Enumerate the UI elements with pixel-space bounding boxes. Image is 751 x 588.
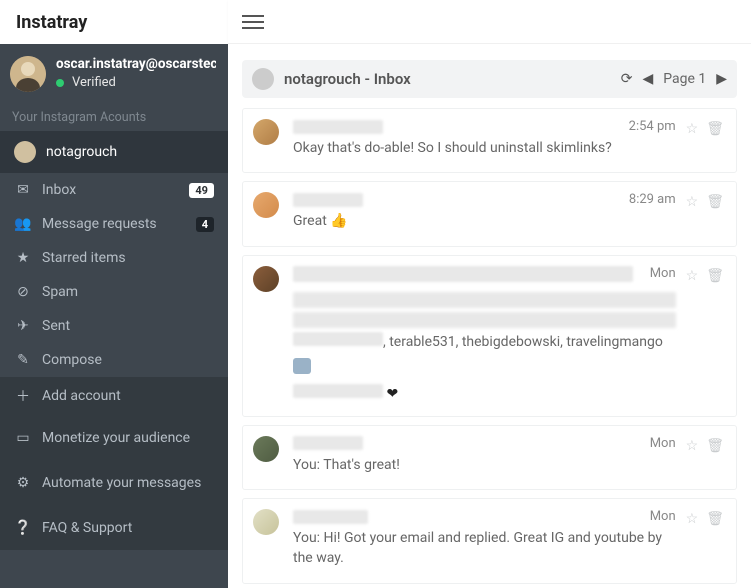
star-icon: ★ <box>14 250 32 266</box>
trash-icon[interactable]: 🗑 <box>706 121 724 137</box>
trash-icon[interactable]: 🗑 <box>706 268 724 284</box>
nav-label: Add account <box>42 388 121 404</box>
message-row[interactable]: Mon You: Hi! Got your email and replied.… <box>242 498 737 584</box>
message-row[interactable]: Mon You: That's great! ☆ 🗑 <box>242 425 737 490</box>
message-time: Mon <box>650 436 676 451</box>
nav-compose[interactable]: ✎ Compose <box>0 343 228 377</box>
content: notagrouch - Inbox ⟳ ◀ Page 1 ▶ 2:54 pm … <box>228 44 751 588</box>
inbox-avatar <box>252 68 274 90</box>
verified-status: Verified <box>56 75 216 90</box>
message-row[interactable]: Mon , terable531, thebigdebowski, travel… <box>242 255 737 417</box>
pager: ⟳ ◀ Page 1 ▶ <box>621 71 727 87</box>
sender-name-redacted <box>293 510 368 524</box>
nav-label: Compose <box>42 352 102 368</box>
message-time: 2:54 pm <box>629 119 676 134</box>
star-icon[interactable]: ☆ <box>686 268 699 284</box>
accounts-section-label: Your Instagram Acounts <box>0 102 228 131</box>
nav-label: Starred items <box>42 250 126 266</box>
requests-icon: 👥 <box>14 216 32 232</box>
account-avatar <box>14 141 36 163</box>
nav-inbox[interactable]: ✉ Inbox 49 <box>0 173 228 207</box>
inbox-icon: ✉ <box>14 182 32 198</box>
trash-icon[interactable]: 🗑 <box>706 194 724 210</box>
nav-label: Message requests <box>42 216 157 232</box>
plus-icon: ＋ <box>14 386 32 406</box>
star-icon[interactable]: ☆ <box>686 511 699 527</box>
sender-avatar <box>253 192 279 218</box>
inbox-badge: 49 <box>189 183 214 198</box>
trash-icon[interactable]: 🗑 <box>706 511 724 527</box>
user-avatar <box>10 56 46 92</box>
nav-label: Spam <box>42 284 78 300</box>
message-time: Mon <box>650 266 676 281</box>
inbox-title: notagrouch - Inbox <box>284 70 411 88</box>
sent-icon: ✈ <box>14 318 32 334</box>
money-icon: ▭ <box>14 430 32 446</box>
redacted-line <box>293 292 676 308</box>
user-header: oscar.instatray@oscarstech Verified <box>0 44 228 102</box>
nav-label: Inbox <box>42 182 76 198</box>
next-page-icon[interactable]: ▶ <box>716 71 727 87</box>
inbox-header: notagrouch - Inbox ⟳ ◀ Page 1 ▶ <box>242 60 737 98</box>
sender-name-redacted <box>293 436 363 450</box>
compose-icon: ✎ <box>14 352 32 368</box>
sender-name-redacted <box>293 266 633 282</box>
message-time: 8:29 am <box>629 192 676 207</box>
nav-label: Automate your messages <box>42 475 201 491</box>
nav-requests[interactable]: 👥 Message requests 4 <box>0 207 228 241</box>
star-icon[interactable]: ☆ <box>686 121 699 137</box>
nav-monetize[interactable]: ▭ Monetize your audience <box>0 416 228 460</box>
redacted-line <box>293 384 383 398</box>
nav-add-account[interactable]: ＋ Add account <box>0 377 228 415</box>
message-time: Mon <box>650 509 676 524</box>
nav-faq[interactable]: ❔ FAQ & Support <box>0 506 228 550</box>
user-email: oscar.instatray@oscarstech <box>56 56 216 72</box>
heart-icon: ❤ <box>386 386 398 402</box>
verified-label: Verified <box>72 75 116 90</box>
nav-label: Monetize your audience <box>42 430 190 446</box>
hamburger-menu-button[interactable] <box>242 15 264 29</box>
redacted-line <box>293 312 676 328</box>
brand-logo: Instatray <box>16 12 87 33</box>
sender-avatar <box>253 266 279 292</box>
sender-avatar <box>253 436 279 462</box>
trash-icon[interactable]: 🗑 <box>706 438 724 454</box>
gear-icon: ⚙ <box>14 475 32 491</box>
nav-spam[interactable]: ⊘ Spam <box>0 275 228 309</box>
topbar <box>228 0 751 44</box>
message-row[interactable]: 2:54 pm Okay that's do-able! So I should… <box>242 108 737 173</box>
message-text: , terable531, thebigdebowski, travelingm… <box>293 332 676 352</box>
account-item-active[interactable]: notagrouch <box>0 131 228 173</box>
star-icon[interactable]: ☆ <box>686 194 699 210</box>
nav-label: FAQ & Support <box>42 520 132 536</box>
nav-automate[interactable]: ⚙ Automate your messages <box>0 461 228 505</box>
help-icon: ❔ <box>14 520 32 536</box>
sender-avatar <box>253 509 279 535</box>
message-text: You: That's great! <box>293 455 676 475</box>
prev-page-icon[interactable]: ◀ <box>642 71 653 87</box>
star-icon[interactable]: ☆ <box>686 438 699 454</box>
logo-bar: Instatray <box>0 0 228 44</box>
nav-sent[interactable]: ✈ Sent <box>0 309 228 343</box>
refresh-icon[interactable]: ⟳ <box>621 71 633 87</box>
group-icon <box>293 358 311 374</box>
nav-starred[interactable]: ★ Starred items <box>0 241 228 275</box>
sender-name-redacted <box>293 193 363 207</box>
account-name: notagrouch <box>46 144 117 160</box>
spam-icon: ⊘ <box>14 284 32 300</box>
message-text: Great 👍 <box>293 211 676 231</box>
page-label: Page 1 <box>663 71 706 87</box>
message-row[interactable]: 8:29 am Great 👍 ☆ 🗑 <box>242 181 737 246</box>
sidebar: Instatray oscar.instatray@oscarstech Ver… <box>0 0 228 588</box>
requests-badge: 4 <box>196 217 214 232</box>
nav-label: Sent <box>42 318 70 334</box>
message-text: You: Hi! Got your email and replied. Gre… <box>293 528 676 569</box>
message-text: Okay that's do-able! So I should uninsta… <box>293 138 676 158</box>
sender-avatar <box>253 119 279 145</box>
verified-dot-icon <box>56 79 64 87</box>
sender-name-redacted <box>293 120 383 134</box>
